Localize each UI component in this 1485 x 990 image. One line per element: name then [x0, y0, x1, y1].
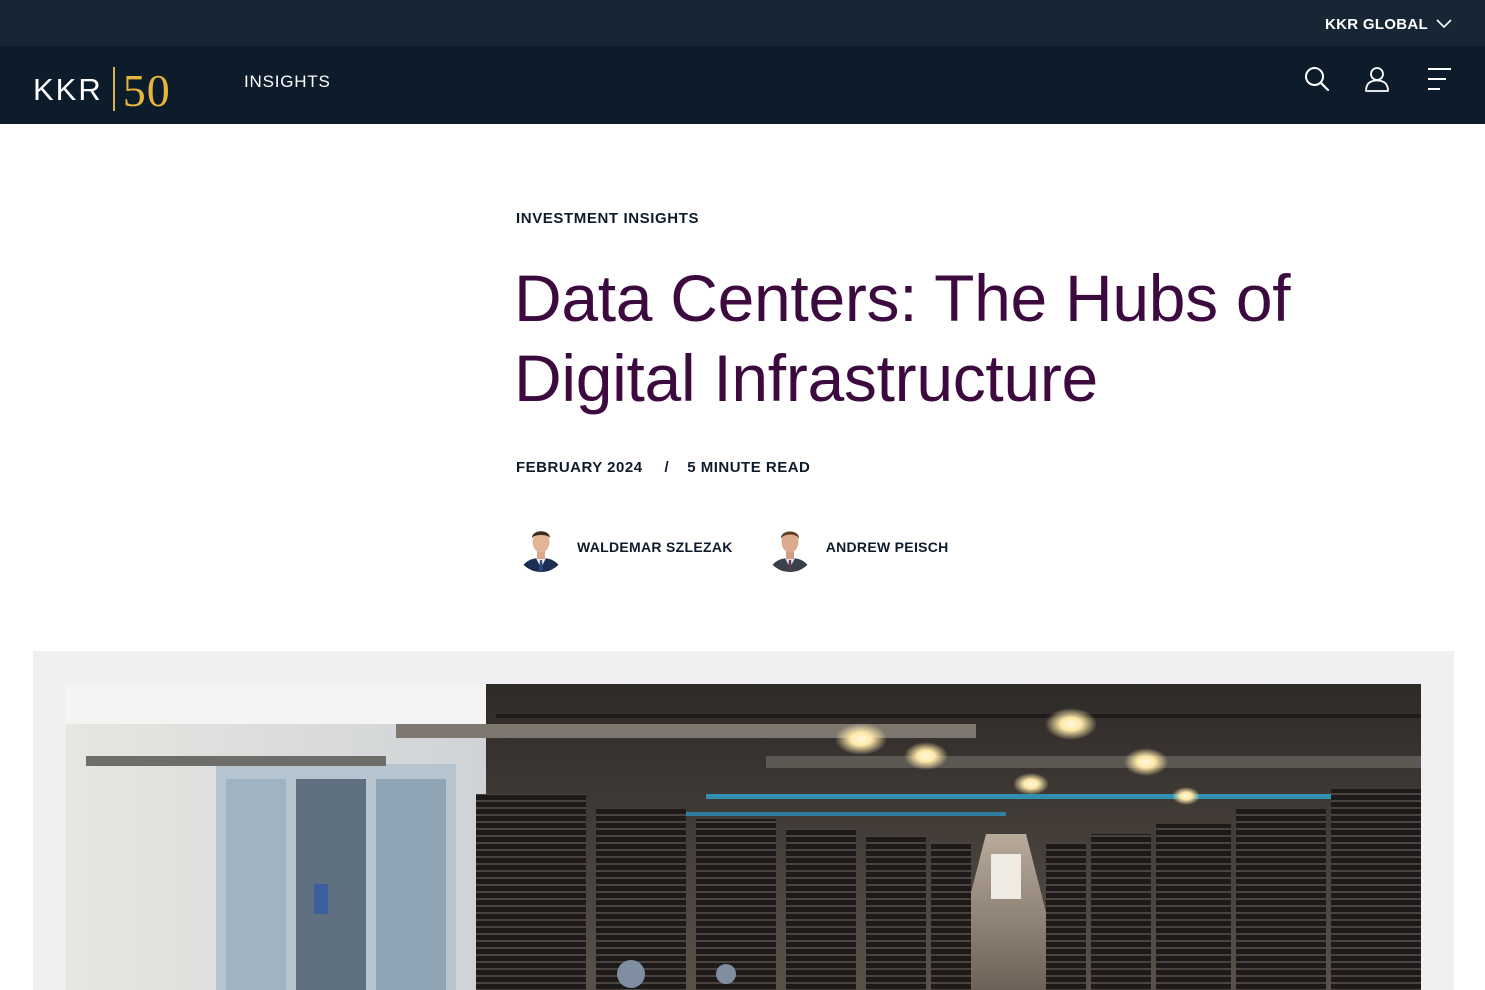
- logo-anniversary-mark: 50: [122, 65, 171, 116]
- author-name: WALDEMAR SZLEZAK: [577, 539, 733, 555]
- article-date: FEBRUARY 2024: [516, 459, 643, 476]
- author-list: WALDEMAR SZLEZAK ANDREW PEISCH: [516, 522, 981, 572]
- region-selector[interactable]: KKR GLOBAL: [1325, 14, 1452, 34]
- article-read-time: 5 MINUTE READ: [687, 459, 811, 476]
- logo-divider: [112, 67, 115, 111]
- data-center-hero-image: [66, 684, 1421, 990]
- logo-wordmark: KKR: [33, 71, 103, 107]
- region-label: KKR GLOBAL: [1325, 15, 1428, 33]
- main-nav: KKR 50 INSIGHTS: [0, 46, 1485, 124]
- user-icon[interactable]: [1364, 66, 1390, 92]
- hamburger-menu-icon[interactable]: [1426, 66, 1452, 92]
- hero-image-frame: [33, 651, 1454, 990]
- author-andrew-peisch[interactable]: ANDREW PEISCH: [764, 522, 949, 572]
- kkr-50-logo[interactable]: KKR 50: [33, 64, 171, 114]
- search-icon[interactable]: [1304, 66, 1330, 92]
- utility-bar: KKR GLOBAL: [0, 0, 1485, 46]
- article-title: Data Centers: The Hubs of Digital Infras…: [514, 261, 1291, 415]
- author-avatar: [764, 522, 815, 572]
- author-waldemar-szlezak[interactable]: WALDEMAR SZLEZAK: [516, 522, 733, 572]
- article-meta: FEBRUARY 2024 / 5 MINUTE READ: [516, 459, 810, 476]
- article-category[interactable]: INVESTMENT INSIGHTS: [516, 210, 699, 227]
- meta-separator: /: [664, 459, 670, 476]
- author-avatar: [516, 522, 566, 572]
- author-name: ANDREW PEISCH: [825, 539, 949, 555]
- nav-section-insights[interactable]: INSIGHTS: [244, 72, 331, 92]
- chevron-down-icon: [1436, 19, 1452, 29]
